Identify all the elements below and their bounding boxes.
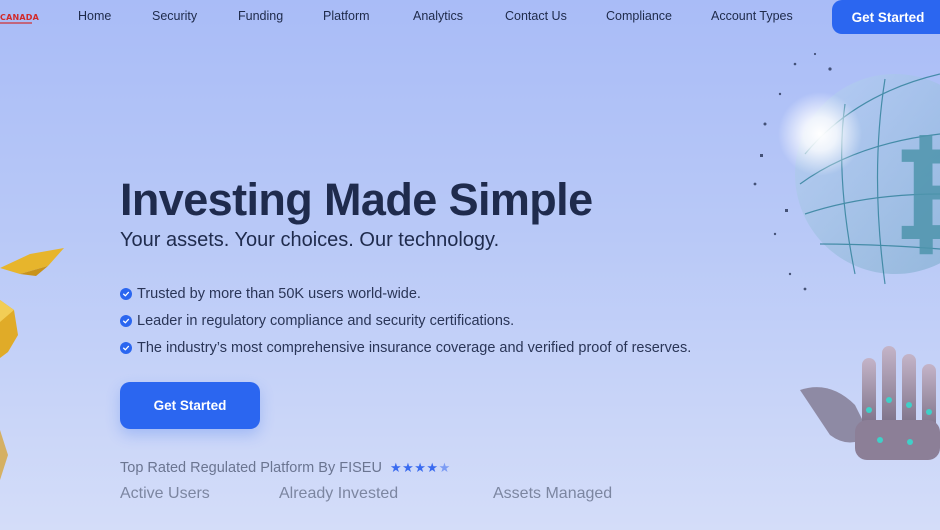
brand-logo[interactable]: CANADA <box>0 13 39 22</box>
feature-text: The industry’s most comprehensive insura… <box>137 339 692 356</box>
hero-title: Investing Made Simple <box>120 174 593 225</box>
feature-text: Trusted by more than 50K users world-wid… <box>137 285 421 302</box>
hero-subtitle: Your assets. Your choices. Our technolog… <box>120 229 500 251</box>
star-icon: ★ <box>414 460 427 476</box>
nav-link-funding[interactable]: Funding <box>238 9 283 23</box>
brand-logo-underline <box>0 22 32 24</box>
star-icon: ★ <box>389 460 403 476</box>
rating-row: Top Rated Regulated Platform By FISEU ★★… <box>120 460 451 476</box>
feature-text: Leader in regulatory compliance and secu… <box>137 312 515 329</box>
bitcoin-globe-illustration: ₿ <box>753 52 940 291</box>
stat-label-active-users: Active Users <box>120 485 210 502</box>
nav-link-account-types[interactable]: Account Types <box>711 9 793 23</box>
top-navigation: CANADA Home Security Funding Platform An… <box>0 0 940 34</box>
nav-get-started-button[interactable]: Get Started <box>832 0 940 34</box>
stat-label-already-invested: Already Invested <box>279 485 399 502</box>
check-circle-icon <box>120 341 132 354</box>
check-circle-icon <box>120 314 132 327</box>
hero-get-started-button[interactable]: Get Started <box>120 382 260 429</box>
star-icon: ★ <box>402 460 415 476</box>
feature-item: Leader in regulatory compliance and secu… <box>120 307 691 334</box>
rating-text: Top Rated Regulated Platform By FISEU <box>120 460 382 476</box>
nav-link-home[interactable]: Home <box>78 9 111 23</box>
robot-hand-illustration <box>800 346 940 460</box>
nav-link-security[interactable]: Security <box>152 9 197 23</box>
check-circle-icon <box>120 287 132 300</box>
rating-stars: ★★★★★ <box>390 461 451 476</box>
nav-link-analytics[interactable]: Analytics <box>413 9 463 23</box>
nav-link-platform[interactable]: Platform <box>323 9 370 23</box>
nav-link-contact-us[interactable]: Contact Us <box>505 9 567 23</box>
feature-list: Trusted by more than 50K users world-wid… <box>120 280 691 361</box>
half-star-icon: ★ <box>438 460 451 476</box>
star-icon: ★ <box>426 460 439 476</box>
feature-item: The industry’s most comprehensive insura… <box>120 334 691 361</box>
gold-polygon-decoration <box>0 248 64 480</box>
stat-label-assets-managed: Assets Managed <box>493 485 613 502</box>
nav-link-compliance[interactable]: Compliance <box>606 9 672 23</box>
bitcoin-symbol-icon: ₿ <box>893 118 940 270</box>
feature-item: Trusted by more than 50K users world-wid… <box>120 280 691 307</box>
